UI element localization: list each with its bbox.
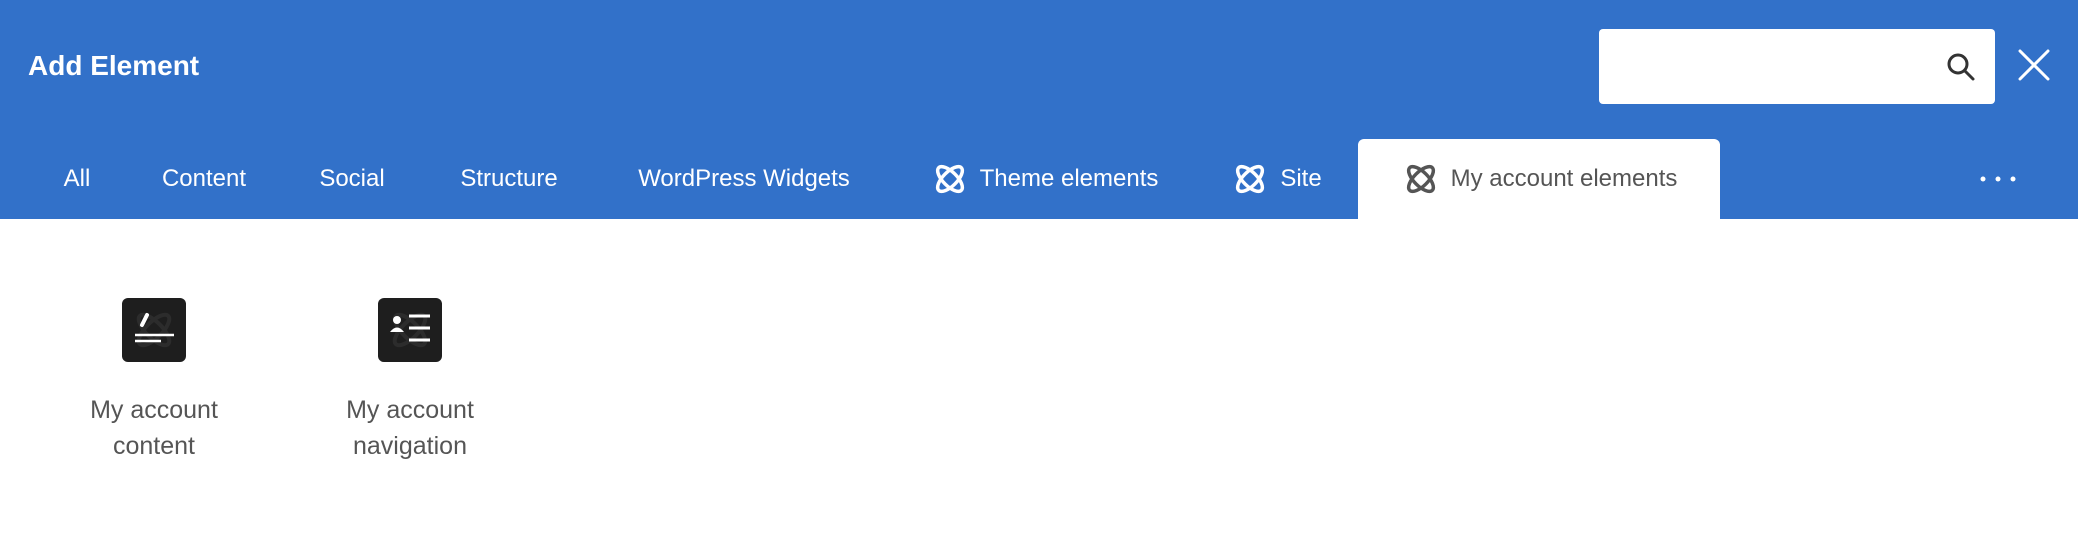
- element-my-account-content[interactable]: My account content: [54, 298, 254, 464]
- add-element-header: Add Element All Content Social Structure…: [0, 0, 2078, 219]
- element-label: My account content: [54, 392, 254, 464]
- tab-wordpress-widgets[interactable]: WordPress Widgets: [618, 139, 870, 219]
- tab-label: Theme elements: [979, 165, 1159, 192]
- element-my-account-navigation[interactable]: My account navigation: [310, 298, 510, 464]
- tab-content[interactable]: Content: [146, 139, 262, 219]
- category-tabs: All Content Social Structure WordPress W…: [0, 139, 2078, 219]
- element-label-line: content: [112, 432, 195, 460]
- tab-all[interactable]: All: [50, 139, 104, 219]
- tab-label: Social: [319, 165, 385, 192]
- atom-icon: [1406, 164, 1435, 194]
- search-icon[interactable]: [1945, 51, 1977, 83]
- element-label-line: navigation: [353, 432, 467, 460]
- tab-label: All: [63, 165, 91, 192]
- atom-icon: [1236, 164, 1265, 194]
- tab-label: Structure: [460, 165, 558, 192]
- tab-label: WordPress Widgets: [638, 165, 850, 192]
- tab-label: Site: [1280, 165, 1322, 192]
- tab-label: Content: [161, 165, 247, 192]
- tab-label: My account elements: [1450, 165, 1678, 192]
- more-horizontal-icon: [1980, 176, 2016, 182]
- tab-theme-elements[interactable]: Theme elements: [918, 139, 1170, 219]
- account-navigation-icon: [378, 298, 442, 362]
- tab-my-account-elements[interactable]: My account elements: [1358, 139, 1720, 219]
- search-input[interactable]: [1599, 29, 1929, 104]
- close-icon[interactable]: [2016, 47, 2052, 83]
- atom-icon: [935, 164, 964, 194]
- tab-social[interactable]: Social: [306, 139, 398, 219]
- element-label: My account navigation: [310, 392, 510, 464]
- tab-site[interactable]: Site: [1220, 139, 1332, 219]
- element-label-line: My account: [90, 396, 218, 424]
- element-label-line: My account: [346, 396, 474, 424]
- dialog-title: Add Element: [28, 50, 200, 81]
- search-box[interactable]: [1599, 29, 1995, 104]
- account-content-icon: [122, 298, 186, 362]
- more-tabs-button[interactable]: [1976, 139, 2020, 219]
- tab-structure[interactable]: Structure: [446, 139, 572, 219]
